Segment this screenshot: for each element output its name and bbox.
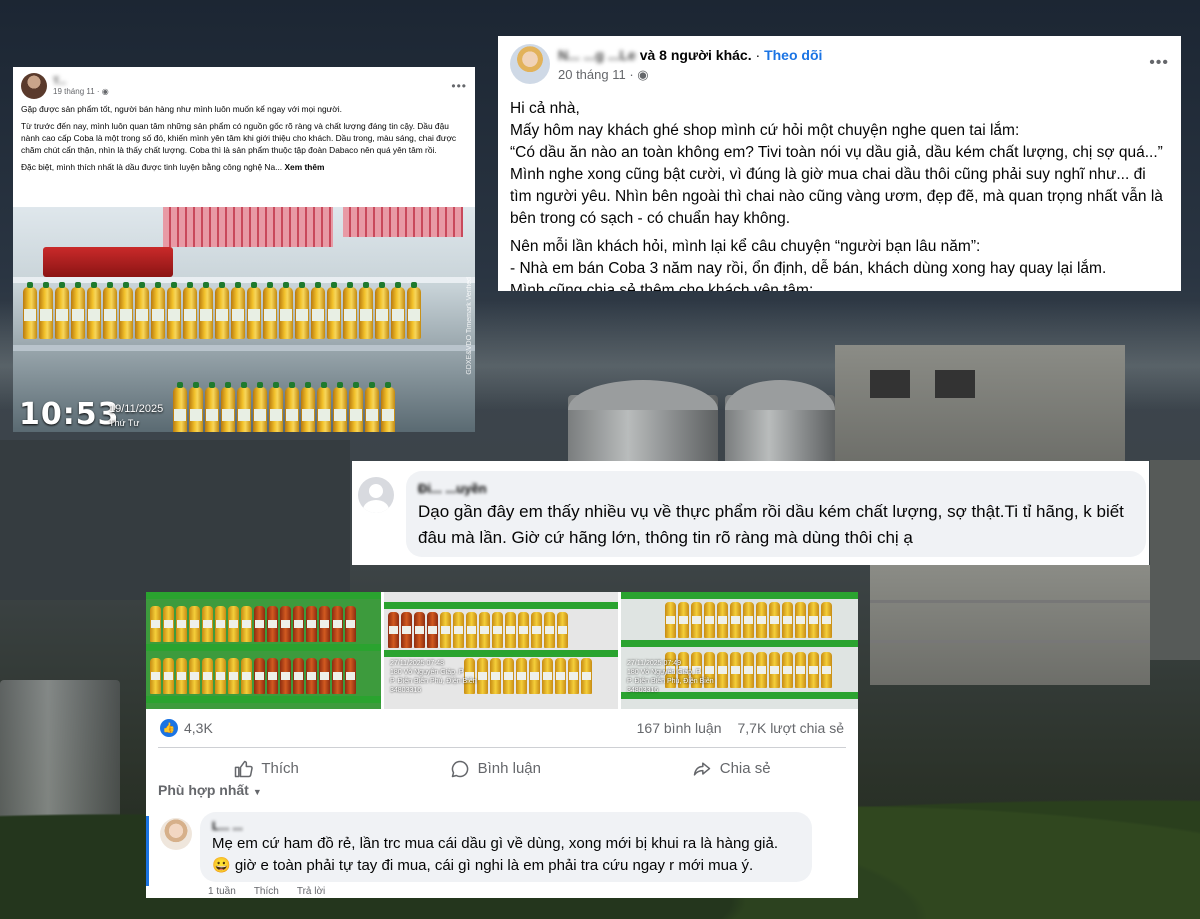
avatar[interactable] <box>160 818 192 850</box>
facebook-post-top-left: T... 19 tháng 11 · ◉ ••• Gặp được sản ph… <box>13 67 475 432</box>
commenter-name[interactable]: Đi... ...uyền <box>418 481 487 496</box>
globe-icon: ◉ <box>637 67 649 82</box>
comment-icon <box>451 760 468 777</box>
caret-down-icon: ▼ <box>252 787 262 797</box>
comment-sort-dropdown[interactable]: Phù hợp nhất ▼ <box>158 782 262 798</box>
comment-bubble: Đi... ...uyền Dạo gần đây em thấy nhiều … <box>406 471 1146 557</box>
post-photo[interactable]: 27/11/2025 07:48 180 Võ Nguyên Giáp, P P… <box>384 592 618 709</box>
post-paragraph: Mình nghe xong cũng bật cười, vì đúng là… <box>510 166 1163 227</box>
post-paragraph: Nên mỗi lần khách hỏi, mình lại kể câu c… <box>510 238 981 255</box>
facebook-post-bottom: 27/11/2025 07:48 180 Võ Nguyên Giáp, P P… <box>146 592 858 898</box>
like-reaction-icon[interactable]: 👍 <box>160 719 178 737</box>
comment-item: L... ... Mẹ em cứ ham đồ rẻ, lần trc mua… <box>146 806 858 898</box>
post-paragraph: Mấy hôm nay khách ghé shop mình cứ hỏi m… <box>510 122 1020 139</box>
post-photo-oil-shelf[interactable]: 10:53 19/11/2025 Thứ Tư GDXE&VDO Timemar… <box>13 207 475 432</box>
follow-button[interactable]: Theo dõi <box>764 47 822 63</box>
comment-reply-link[interactable]: Trả lời <box>297 886 325 897</box>
author-name[interactable]: N... ...g ...Le <box>558 47 636 63</box>
photo-timestamp-date: 19/11/2025 <box>109 403 164 415</box>
share-count[interactable]: 7,7K lượt chia sẻ <box>738 720 845 736</box>
thumbs-up-icon <box>235 760 254 777</box>
comment-count[interactable]: 167 bình luận <box>637 720 722 736</box>
comment-like-link[interactable]: Thích <box>254 886 279 897</box>
like-button[interactable]: Thích <box>233 759 299 779</box>
post-paragraph: Mình cũng chia sẻ thêm cho khách yên tâm… <box>510 282 814 291</box>
post-paragraph: “Có dầu ăn nào an toàn không em? Tivi to… <box>510 144 1163 161</box>
post-paragraph: Gặp được sản phẩm tốt, người bán hàng nh… <box>21 104 342 114</box>
more-options-icon[interactable]: ••• <box>1149 54 1169 72</box>
comment-button[interactable]: Bình luận <box>450 759 541 779</box>
default-avatar-icon[interactable] <box>358 477 394 513</box>
photo-stamp: 27/11/2025 07:49 180 Võ Nguyên Giáp, P P… <box>627 660 714 694</box>
comment-card: Đi... ...uyền Dạo gần đây em thấy nhiều … <box>352 461 1149 565</box>
comment-time[interactable]: 1 tuần <box>208 886 236 897</box>
sort-label: Phù hợp nhất <box>158 782 249 798</box>
more-options-icon[interactable]: ••• <box>451 79 467 93</box>
post-time[interactable]: 20 tháng 11 <box>558 67 626 82</box>
avatar[interactable] <box>21 73 47 99</box>
share-button[interactable]: Chia sẻ <box>692 759 771 779</box>
share-label: Chia sẻ <box>719 760 771 777</box>
reaction-count[interactable]: 4,3K <box>184 720 213 736</box>
post-photo[interactable]: 27/11/2025 07:49 180 Võ Nguyên Giáp, P P… <box>621 592 858 709</box>
highlight-bar <box>146 816 149 886</box>
others-link[interactable]: và 8 người khác. <box>640 47 752 63</box>
facebook-post-top-right: N... ...g ...Le và 8 người khác. · Theo … <box>498 36 1181 291</box>
post-paragraph: - Nhà em bán Coba 3 năm nay rồi, ổn định… <box>510 260 1107 277</box>
author-name[interactable]: T... <box>53 76 66 87</box>
avatar[interactable] <box>510 44 550 84</box>
post-time[interactable]: 19 tháng 11 <box>53 87 95 96</box>
comment-label: Bình luận <box>477 760 541 777</box>
globe-icon: ◉ <box>101 87 109 96</box>
photo-timestamp-day: Thứ Tư <box>109 418 140 428</box>
commenter-name[interactable]: L... ... <box>212 819 243 833</box>
photo-watermark: GDXE&VDO Timemark Verified <box>466 277 473 375</box>
like-label: Thích <box>261 760 299 777</box>
post-paragraph: Đặc biệt, mình thích nhất là dầu được ti… <box>21 162 283 172</box>
photo-grid: 27/11/2025 07:48 180 Võ Nguyên Giáp, P P… <box>146 592 858 709</box>
post-paragraph: Hi cả nhà, <box>510 100 580 117</box>
see-more-link[interactable]: Xem thêm <box>284 162 324 172</box>
post-photo[interactable] <box>146 592 381 709</box>
comment-bubble: L... ... Mẹ em cứ ham đồ rẻ, lần trc mua… <box>200 812 812 882</box>
share-icon <box>693 761 710 776</box>
post-paragraph: Từ trước đến nay, mình luôn quan tâm nhữ… <box>21 121 457 155</box>
comment-text: Dạo gần đây em thấy nhiều vụ về thực phẩ… <box>418 502 1124 547</box>
comment-text: Mẹ em cứ ham đồ rẻ, lần trc mua cái dầu … <box>212 835 779 874</box>
photo-stamp: 27/11/2025 07:48 180 Võ Nguyên Giáp, P P… <box>390 660 477 694</box>
engagement-stats: 👍 4,3K 167 bình luận 7,7K lượt chia sẻ <box>146 709 858 747</box>
photo-timestamp-time: 10:53 <box>19 397 120 432</box>
